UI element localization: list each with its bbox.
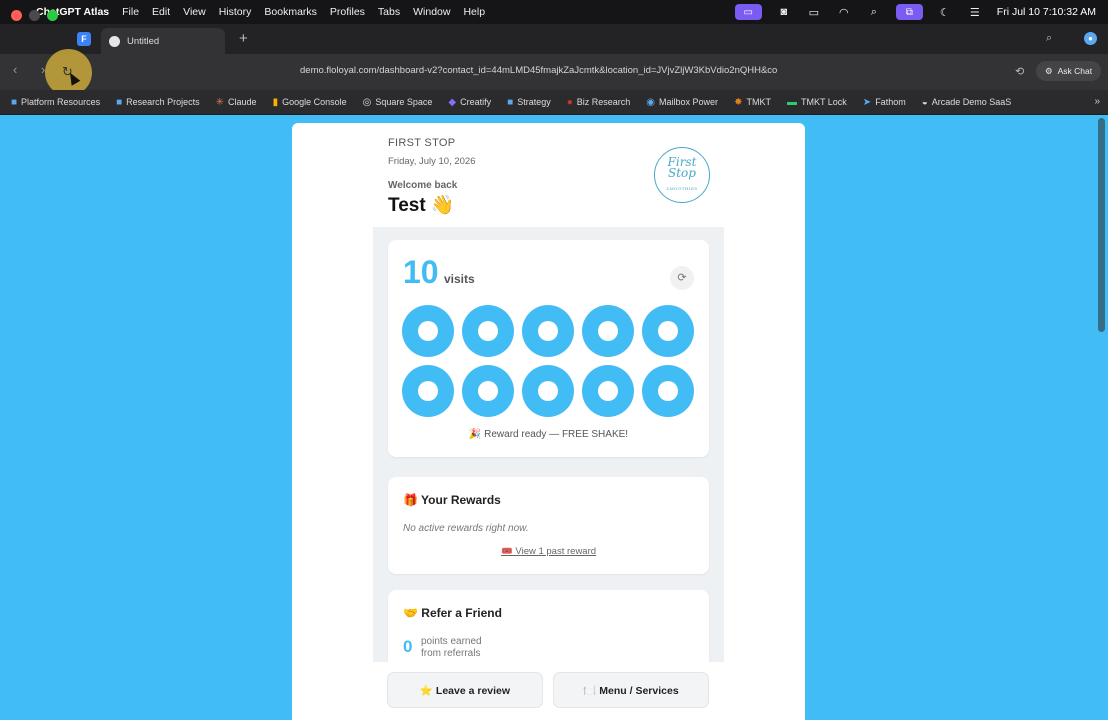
- referral-points-label: points earned from referrals: [421, 636, 482, 659]
- rewards-title: 🎁 Your Rewards: [403, 493, 501, 507]
- menu-services-button[interactable]: 🍽️ Menu / Services: [553, 672, 709, 708]
- menubar-clock[interactable]: Fri Jul 10 7:10:32 AM: [997, 6, 1096, 18]
- focus-moon-icon[interactable]: ☾: [937, 5, 953, 19]
- close-window-button[interactable]: [11, 10, 22, 21]
- menu-tabs[interactable]: Tabs: [378, 6, 400, 18]
- address-bar[interactable]: demo.floloyal.com/dashboard-v2?contact_i…: [300, 65, 810, 76]
- stamp-filled: [522, 305, 574, 357]
- bookmark-arcade-demo-saas[interactable]: ◒ Arcade Demo SaaS: [922, 97, 1012, 108]
- folder-icon: ■: [507, 96, 514, 108]
- menu-bookmarks[interactable]: Bookmarks: [264, 6, 317, 18]
- wifi-icon[interactable]: ◠: [836, 5, 852, 19]
- stamp-filled: [642, 305, 694, 357]
- stamp-filled: [582, 305, 634, 357]
- claude-icon: ✳: [215, 96, 225, 108]
- leave-review-button[interactable]: ⭐ Leave a review: [387, 672, 543, 708]
- bookmark-platform-resources[interactable]: ■ Platform Resources: [11, 97, 100, 108]
- bookmark-tmkt[interactable]: ✸ TMKT: [734, 97, 771, 108]
- minimize-window-button[interactable]: [29, 10, 40, 21]
- biz-icon: ●: [566, 96, 573, 108]
- arcade-icon: ◒: [921, 96, 928, 108]
- stamp-filled: [522, 365, 574, 417]
- bookmarks-bar: ■ Platform Resources ■ Research Projects ✳…: [0, 90, 1108, 114]
- dashboard-content: 10 visits ⟳ 🎉 Reward ready — FREE SHAKE!…: [373, 227, 724, 720]
- view-past-rewards-link[interactable]: 🎟️ View 1 past reward: [388, 546, 709, 557]
- squarespace-icon: ◎: [362, 96, 372, 108]
- visits-label: visits: [444, 272, 475, 286]
- tmkt-icon: ✸: [734, 96, 743, 108]
- bookmark-google-console[interactable]: ▮ Google Console: [273, 97, 347, 108]
- mailbox-icon: ◉: [646, 96, 656, 108]
- tab-search-icon[interactable]: ⌕: [1046, 32, 1052, 45]
- control-center-icon[interactable]: ☰: [967, 5, 983, 19]
- dashboard-card: FIRST STOP Friday, July 10, 2026 Welcome…: [292, 123, 805, 720]
- stamp-filled: [582, 365, 634, 417]
- bookmark-mailbox-power[interactable]: ◉ Mailbox Power: [646, 97, 718, 108]
- bookmark-research-projects[interactable]: ■ Research Projects: [116, 97, 200, 108]
- ask-chat-label: Ask Chat: [1057, 66, 1093, 76]
- zoom-window-button[interactable]: [47, 10, 58, 21]
- stamp-filled: [462, 365, 514, 417]
- back-button[interactable]: ‹: [13, 62, 17, 77]
- folder-icon: ■: [11, 96, 18, 108]
- bookmarks-overflow-icon[interactable]: »: [1094, 96, 1100, 107]
- battery-icon[interactable]: ▭: [806, 5, 822, 19]
- bookmark-strategy[interactable]: ■ Strategy: [507, 97, 551, 108]
- bottom-action-bar: ⭐ Leave a review 🍽️ Menu / Services: [373, 662, 724, 720]
- menu-history[interactable]: History: [219, 6, 252, 18]
- stamp-filled: [642, 365, 694, 417]
- menu-help[interactable]: Help: [463, 6, 485, 18]
- page-scrollbar[interactable]: [1098, 118, 1105, 332]
- visits-panel: 10 visits ⟳ 🎉 Reward ready — FREE SHAKE!: [388, 240, 709, 457]
- extensions-icon[interactable]: ⟲: [1015, 65, 1024, 78]
- bookmark-fathom[interactable]: ➤ Fathom: [863, 97, 906, 108]
- globe-icon: [109, 35, 120, 47]
- profile-avatar[interactable]: ●: [1084, 32, 1097, 45]
- customer-name: Test 👋: [388, 195, 455, 216]
- stamp-filled: [402, 365, 454, 417]
- menu-profiles[interactable]: Profiles: [330, 6, 365, 18]
- spotlight-search-icon[interactable]: ⌕: [866, 5, 882, 19]
- new-tab-button[interactable]: +: [239, 30, 248, 47]
- rewards-empty-text: No active rewards right now.: [403, 523, 529, 534]
- creatify-icon: ◆: [448, 96, 457, 108]
- pinned-tab-icon[interactable]: F: [77, 32, 91, 46]
- menu-file[interactable]: File: [122, 6, 139, 18]
- folder-icon: ■: [116, 96, 123, 108]
- screen-mirroring-icon[interactable]: ⧉: [895, 4, 923, 20]
- menu-view[interactable]: View: [183, 6, 206, 18]
- refer-title: 🤝 Refer a Friend: [403, 606, 502, 620]
- rewards-panel: 🎁 Your Rewards No active rewards right n…: [388, 477, 709, 574]
- chart-icon: ▮: [272, 96, 279, 108]
- current-date: Friday, July 10, 2026: [388, 156, 476, 167]
- business-name: FIRST STOP: [388, 137, 456, 149]
- ask-chat-button[interactable]: ⚙ Ask Chat: [1036, 61, 1102, 81]
- bookmark-creatify[interactable]: ◆ Creatify: [448, 97, 491, 108]
- bookmark-square-space[interactable]: ◎ Square Space: [363, 97, 433, 108]
- tmkt-lock-icon: ▬: [786, 96, 797, 108]
- screen-record-icon[interactable]: ▭: [734, 4, 762, 20]
- stamp-grid: [402, 305, 694, 417]
- window-controls: [11, 10, 58, 21]
- camera-icon[interactable]: ◙: [776, 5, 792, 19]
- menu-extras: ▭ ◙ ▭ ◠ ⌕ ⧉ ☾ ☰ Fri Jul 10 7:10:32 AM: [734, 0, 1096, 24]
- menu-window[interactable]: Window: [413, 6, 450, 18]
- welcome-text: Welcome back: [388, 180, 458, 191]
- reward-ready-message: 🎉 Reward ready — FREE SHAKE!: [468, 429, 629, 440]
- tab-title: Untitled: [127, 35, 160, 47]
- visits-count: 10: [403, 254, 439, 290]
- refresh-icon[interactable]: ⟳: [670, 266, 694, 290]
- referral-points: 0: [403, 637, 413, 656]
- stamp-filled: [462, 305, 514, 357]
- chat-icon: ⚙: [1045, 65, 1053, 76]
- bookmark-tmkt-lock[interactable]: ▬ TMKT Lock: [787, 97, 847, 108]
- stamp-filled: [402, 305, 454, 357]
- fathom-icon: ➤: [862, 96, 872, 108]
- macos-menu-bar: ChatGPT Atlas File Edit View History Boo…: [0, 0, 1108, 24]
- tab-untitled[interactable]: Untitled: [101, 28, 225, 54]
- bookmark-claude[interactable]: ✳ Claude: [216, 97, 257, 108]
- business-logo: First Stop SMOOTHIES: [654, 147, 710, 203]
- menu-edit[interactable]: Edit: [152, 6, 170, 18]
- bookmark-biz-research[interactable]: ● Biz Research: [567, 97, 631, 108]
